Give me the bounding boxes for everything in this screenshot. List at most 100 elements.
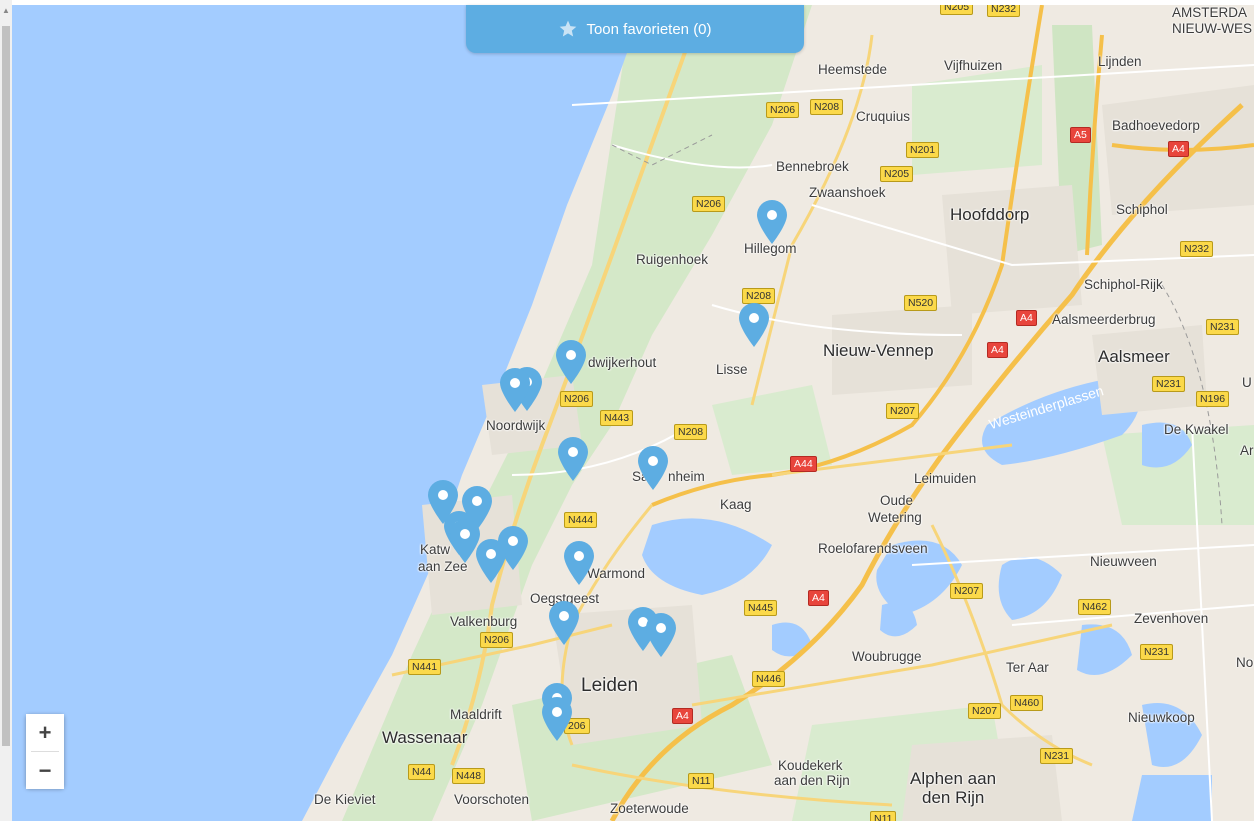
road-label: N207 <box>950 583 984 599</box>
road-label: N444 <box>564 512 598 528</box>
map-marker-warmond[interactable] <box>562 540 596 586</box>
road-label: N196 <box>1196 391 1230 407</box>
map-marker-rijnsburg-2[interactable] <box>474 538 508 584</box>
place-label-cruquius: Cruquius <box>856 109 911 124</box>
place-label-nieuw-west: NIEUW-WES <box>1172 21 1252 36</box>
place-label-de-kieviet: De Kieviet <box>314 792 376 807</box>
road-label: A4 <box>808 590 829 606</box>
place-label-lijnden: Lijnden <box>1098 54 1142 69</box>
road-label: N206 <box>560 391 594 407</box>
road-label: N231 <box>1040 748 1074 764</box>
scrollbar-thumb[interactable] <box>2 26 10 746</box>
place-label-lisse: Lisse <box>716 362 748 377</box>
place-label-leimuiden: Leimuiden <box>914 471 977 486</box>
road-label: N445 <box>744 600 778 616</box>
zoom-control: + − <box>26 714 64 789</box>
map-marker-noordwijk-2[interactable] <box>498 367 532 413</box>
road-label: N460 <box>1010 695 1044 711</box>
road-label: N207 <box>968 703 1002 719</box>
place-label-badhoevedorp: Badhoevedorp <box>1112 118 1200 133</box>
road-label: N231 <box>1140 644 1174 660</box>
place-label-noordwijk: Noordwijk <box>486 418 546 433</box>
place-label-de-kwakel: De Kwakel <box>1164 422 1229 437</box>
road-label: A44 <box>790 456 817 472</box>
place-label-schiphol: Schiphol <box>1116 202 1168 217</box>
road-label: N206 <box>766 102 800 118</box>
place-label-voorschoten: Voorschoten <box>454 792 530 807</box>
road-label: N208 <box>810 99 844 115</box>
place-label-amsterdam: AMSTERDA <box>1172 5 1248 20</box>
place-label-oude: Oude <box>880 493 914 508</box>
map-marker-noordwijkerhout[interactable] <box>554 339 588 385</box>
place-label-u: U <box>1242 375 1252 390</box>
scroll-up-arrow-icon[interactable]: ▲ <box>2 6 10 15</box>
map-marker-leiden-east-2[interactable] <box>644 612 678 658</box>
place-label-aalsmeer: Aalsmeer <box>1098 347 1170 366</box>
map-canvas[interactable]: AMSTERDA NIEUW-WES Heemstede Vijfhuizen … <box>12 5 1254 821</box>
marker-pin-icon <box>638 446 668 490</box>
place-label-roelofarendsveen: Roelofarendsveen <box>818 541 928 556</box>
place-label-aalsmeerderbrug: Aalsmeerderbrug <box>1052 312 1156 327</box>
page-scrollbar[interactable]: ▲ <box>0 0 12 821</box>
place-label-alphen-b: den Rijn <box>922 788 985 807</box>
road-label: N44 <box>408 764 436 780</box>
road-label: N208 <box>674 424 708 440</box>
road-label: N205 <box>940 5 974 15</box>
place-label-ar: Ar <box>1240 443 1254 458</box>
place-label-no: No <box>1236 655 1254 670</box>
marker-pin-icon <box>542 697 572 741</box>
place-label-ruigenhoek: Ruigenhoek <box>636 252 709 267</box>
road-label: N206 <box>692 196 726 212</box>
place-label-valkenburg: Valkenburg <box>450 614 518 629</box>
map-marker-lisse[interactable] <box>737 302 771 348</box>
place-label-koudekerk-a: Koudekerk <box>778 758 843 773</box>
road-label: A4 <box>1016 310 1037 326</box>
show-favorites-label: Toon favorieten (0) <box>586 20 712 38</box>
place-label-ter-aar: Ter Aar <box>1006 660 1049 675</box>
map-marker-oegstgeest[interactable] <box>547 600 581 646</box>
place-label-zevenhoven: Zevenhoven <box>1134 611 1209 626</box>
map-marker-voorhout[interactable] <box>556 436 590 482</box>
place-label-koudekerk-b: aan den Rijn <box>774 773 850 788</box>
road-label: A4 <box>672 708 693 724</box>
road-label: A4 <box>987 342 1008 358</box>
marker-pin-icon <box>739 303 769 347</box>
show-favorites-button[interactable]: Toon favorieten (0) <box>466 5 804 53</box>
place-label-hoofddorp: Hoofddorp <box>950 205 1030 224</box>
road-label: N462 <box>1078 599 1112 615</box>
road-label: N520 <box>904 295 938 311</box>
marker-pin-icon <box>500 368 530 412</box>
place-label-zoeterwoude: Zoeterwoude <box>610 801 689 816</box>
place-label-nieuwkoop: Nieuwkoop <box>1128 710 1195 725</box>
road-label: N11 <box>870 811 897 821</box>
road-label: N232 <box>1180 241 1214 257</box>
zoom-out-button[interactable]: − <box>26 752 64 789</box>
place-label-nieuwveen: Nieuwveen <box>1090 554 1157 569</box>
road-label: N448 <box>452 768 486 784</box>
marker-pin-icon <box>558 437 588 481</box>
road-label: A4 <box>1168 141 1189 157</box>
map-marker-hillegom[interactable] <box>755 199 789 245</box>
place-label-vijfhuizen: Vijfhuizen <box>944 58 1003 73</box>
place-label-zwaanshoek: Zwaanshoek <box>809 185 886 200</box>
road-label: A5 <box>1070 127 1091 143</box>
marker-pin-icon <box>646 613 676 657</box>
road-label: N441 <box>408 659 442 675</box>
road-label: N443 <box>600 410 634 426</box>
zoom-in-button[interactable]: + <box>26 714 64 751</box>
road-label: N205 <box>880 166 914 182</box>
place-label-alphen-a: Alphen aan <box>910 769 997 788</box>
map-marker-leiden-south-2[interactable] <box>540 696 574 742</box>
road-label: N201 <box>906 142 940 158</box>
road-label: N232 <box>987 5 1021 17</box>
place-label-wassenaar: Wassenaar <box>382 728 468 747</box>
place-label-wetering: Wetering <box>868 510 922 525</box>
star-icon <box>560 20 577 37</box>
marker-pin-icon <box>757 200 787 244</box>
marker-pin-icon <box>476 539 506 583</box>
road-label: N207 <box>886 403 920 419</box>
marker-pin-icon <box>564 541 594 585</box>
map-marker-sassenheim[interactable] <box>636 445 670 491</box>
place-label-bennebroek: Bennebroek <box>776 159 849 174</box>
place-label-heemstede: Heemstede <box>818 62 888 77</box>
